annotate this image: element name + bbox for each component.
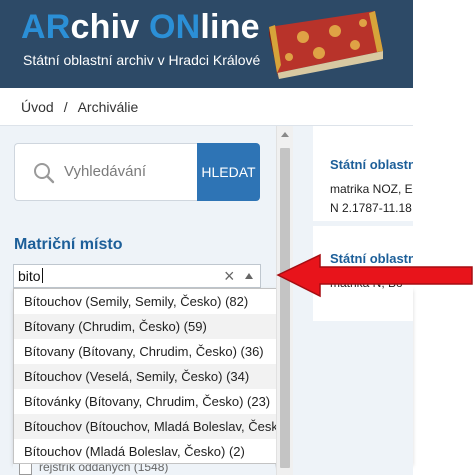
result-title[interactable]: Státní oblastn [330,157,413,172]
annotation-arrow-icon [276,253,473,298]
facet-list-item[interactable]: rejstřík oddaných (1548) [13,464,275,475]
scroll-up-icon[interactable] [281,132,289,137]
facet-filter-input[interactable]: bito × [13,264,261,288]
search-placeholder: Vyhledávání [64,163,147,180]
results-panel: Státní oblastn matrika NOZ, E N 2.1787-1… [293,126,413,475]
old-book-image [269,11,383,79]
facet-list-item-label: rejstřík oddaných (1548) [39,464,169,474]
breadcrumb-separator: / [63,99,68,115]
header-banner: ARchiv ONline Státní oblastní archiv v H… [0,0,413,88]
facet-title: Matriční místo [14,236,123,253]
scroll-thumb[interactable] [280,148,290,468]
result-line: matrika NOZ, E [330,182,413,196]
collapse-arrow-icon[interactable] [245,273,253,279]
text-caret [41,268,43,283]
search-button[interactable]: HLEDAT [197,143,260,201]
breadcrumb: Úvod / Archiválie [21,99,138,115]
site-subtitle: Státní oblastní archiv v Hradci Králové [23,52,261,68]
search-icon [34,163,55,184]
sidebar-scrollbar[interactable] [276,126,293,475]
breadcrumb-current[interactable]: Archiválie [78,99,139,115]
search-input[interactable]: Vyhledávání [14,143,197,201]
clear-icon[interactable]: × [224,266,235,286]
site-logo[interactable]: ARchiv ONline [21,8,260,47]
result-card[interactable]: Státní oblastn matrika NOZ, E N 2.1787-1… [313,126,413,221]
facet-filter-value: bito [18,268,41,284]
breadcrumb-home-link[interactable]: Úvod [21,99,54,115]
checkbox[interactable] [19,464,32,475]
result-line: N 2.1787-11.18 [330,201,412,215]
